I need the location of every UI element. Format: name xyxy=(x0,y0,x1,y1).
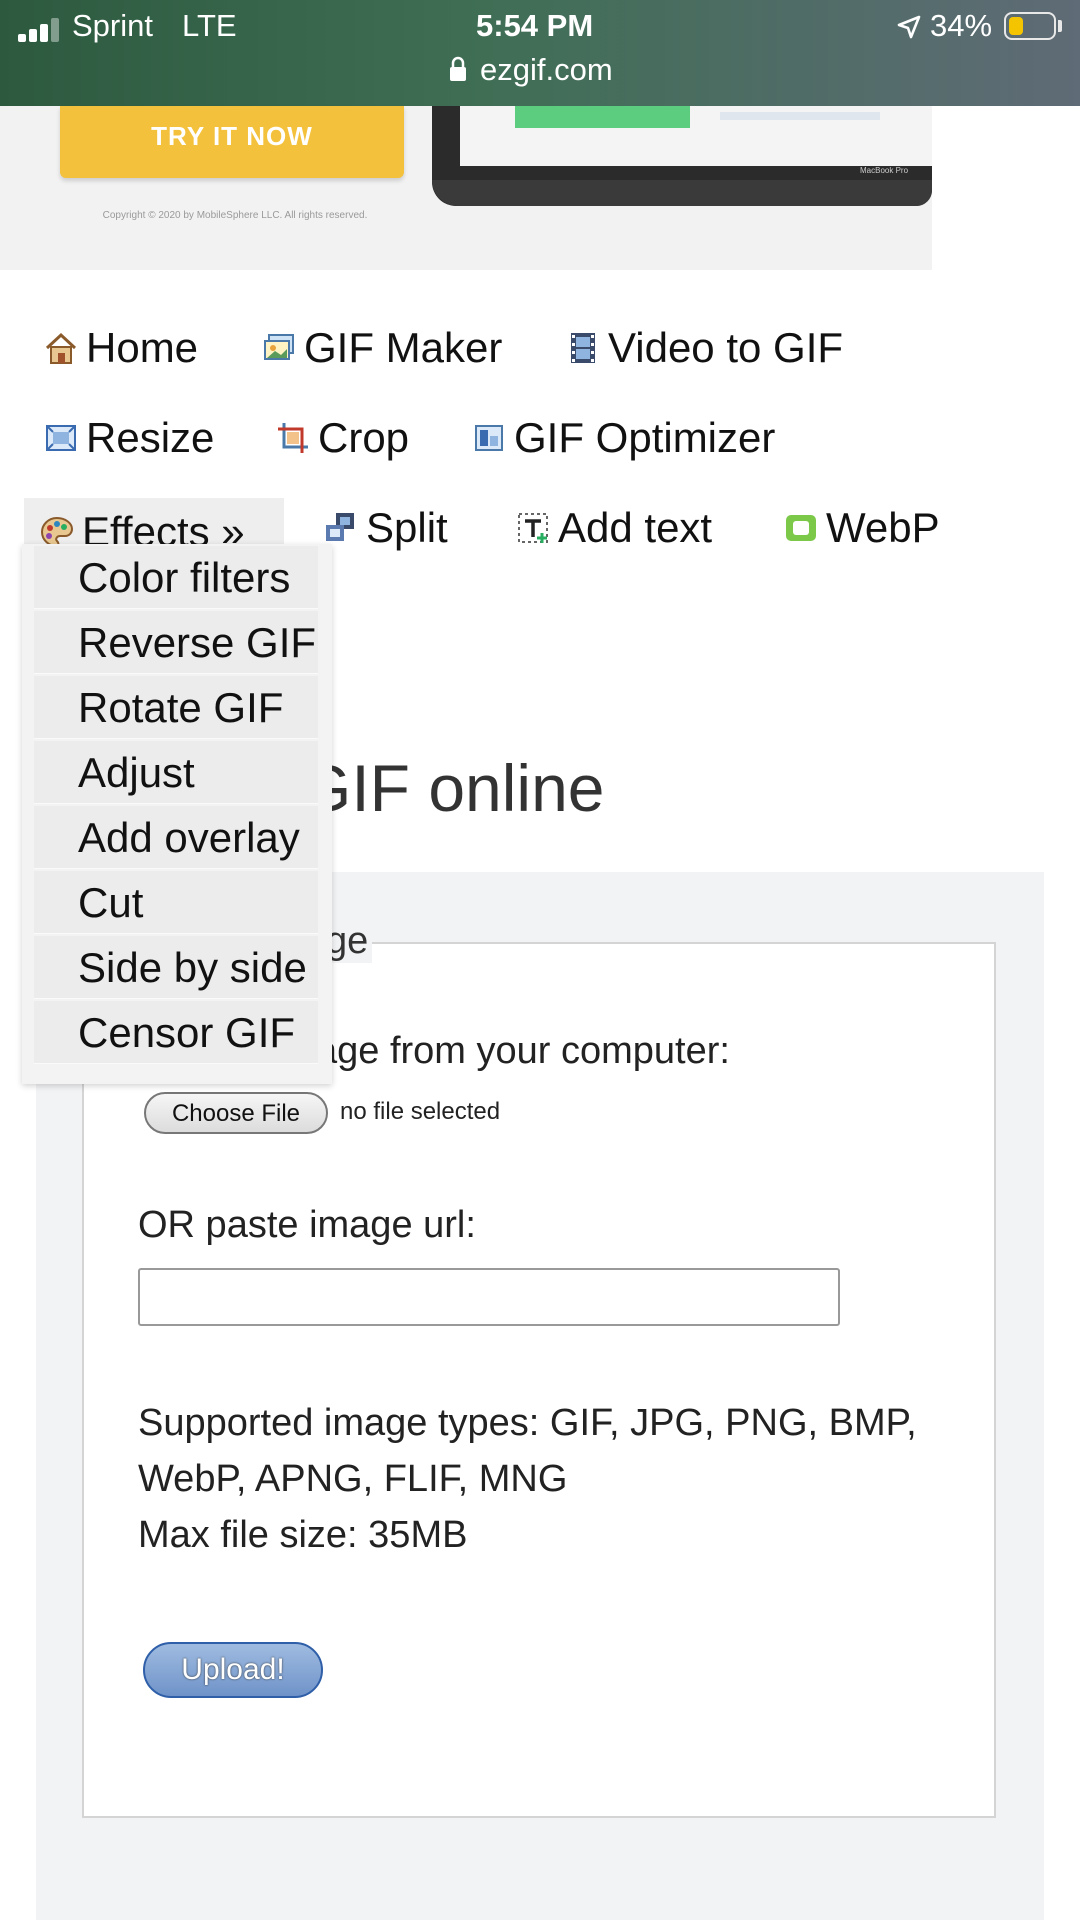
optimizer-icon xyxy=(475,425,503,451)
laptop-screen-banner xyxy=(515,106,690,128)
nav-gif-optimizer-label: GIF Optimizer xyxy=(514,414,776,461)
split-icon xyxy=(326,513,354,541)
file-status: no file selected xyxy=(340,1098,501,1125)
menu-item-reverse-gif[interactable]: Reverse GIF xyxy=(34,611,318,674)
nav-gif-maker-label: GIF Maker xyxy=(304,324,503,371)
laptop-screen-bar xyxy=(720,112,880,120)
nav-split[interactable]: Split xyxy=(324,504,448,552)
supported-types-line1: Supported image types: GIF, JPG, PNG, BM… xyxy=(138,1402,917,1444)
nav-resize[interactable]: Resize xyxy=(44,414,214,462)
menu-item-adjust[interactable]: Adjust xyxy=(34,741,318,804)
url-field-label: OR paste image url: xyxy=(138,1204,476,1246)
menu-item-rotate-gif[interactable]: Rotate GIF xyxy=(34,676,318,739)
nav-video-to-gif[interactable]: Video to GIF xyxy=(566,324,843,372)
location-arrow-icon xyxy=(897,15,921,39)
nav-video-to-gif-label: Video to GIF xyxy=(608,324,844,371)
nav-home-label: Home xyxy=(86,324,199,371)
resize-icon xyxy=(46,425,76,451)
menu-item-add-overlay[interactable]: Add overlay xyxy=(34,806,318,869)
choose-file-button[interactable]: Choose File xyxy=(144,1092,328,1134)
webp-icon xyxy=(786,515,816,541)
upload-button[interactable]: Upload! xyxy=(143,1642,323,1698)
nav-crop-label: Crop xyxy=(318,414,410,461)
nav-add-text[interactable]: Add text xyxy=(516,504,712,552)
battery-icon xyxy=(1004,12,1056,40)
try-it-now-button[interactable]: TRY IT NOW xyxy=(60,106,404,178)
effects-dropdown: Color filters Reverse GIF Rotate GIF Adj… xyxy=(22,544,332,1084)
page-title: GIF online xyxy=(300,751,605,825)
image-url-input[interactable] xyxy=(138,1268,840,1326)
crop-icon xyxy=(278,423,308,453)
film-icon xyxy=(571,333,595,363)
signal-strength-icon xyxy=(18,18,62,42)
ad-copyright: Copyright © 2020 by MobileSphere LLC. Al… xyxy=(102,210,368,221)
battery-cap xyxy=(1058,20,1062,32)
upload-file-label: age from your computer: xyxy=(316,1030,730,1072)
supported-types-line2: WebP, APNG, FLIF, MNG xyxy=(138,1458,568,1500)
max-file-size: Max file size: 35MB xyxy=(138,1514,468,1556)
clock: 5:54 PM xyxy=(476,8,594,43)
laptop-base xyxy=(432,180,932,206)
menu-item-side-by-side[interactable]: Side by side xyxy=(34,936,318,999)
url-label[interactable]: ezgif.com xyxy=(480,52,613,88)
house-icon xyxy=(45,332,77,364)
nav-crop[interactable]: Crop xyxy=(276,414,409,462)
menu-item-censor-gif[interactable]: Censor GIF xyxy=(34,1001,318,1064)
nav-webp-label: WebP xyxy=(826,504,940,551)
nav-gif-maker[interactable]: GIF Maker xyxy=(262,324,502,372)
nav-add-text-label: Add text xyxy=(558,504,713,551)
menu-item-color-filters[interactable]: Color filters xyxy=(34,546,318,609)
laptop-label: MacBook Pro xyxy=(860,166,909,175)
nav-resize-label: Resize xyxy=(86,414,215,461)
battery-percent: 34% xyxy=(930,8,993,43)
carrier-label: Sprint xyxy=(72,8,153,43)
nav-gif-optimizer[interactable]: GIF Optimizer xyxy=(472,414,775,462)
menu-item-cut[interactable]: Cut xyxy=(34,871,318,934)
nav-home[interactable]: Home xyxy=(44,324,198,372)
status-bar: Sprint LTE 5:54 PM 34% ezgif.com xyxy=(0,0,1080,106)
text-tool-icon xyxy=(518,513,548,543)
nav-webp[interactable]: WebP xyxy=(784,504,940,552)
image-stack-icon xyxy=(264,334,294,360)
nav-split-label: Split xyxy=(366,504,448,551)
network-label: LTE xyxy=(182,8,237,43)
lock-icon xyxy=(450,56,466,81)
